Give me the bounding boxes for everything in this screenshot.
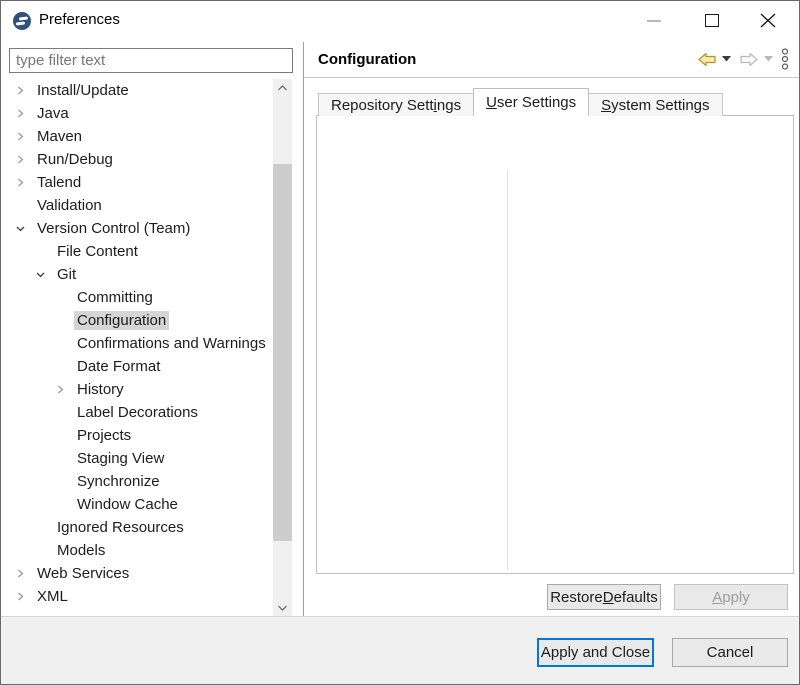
chevron-right-icon[interactable]: [16, 155, 34, 164]
tree-item-version-control-team[interactable]: Version Control (Team): [2, 217, 272, 240]
tree-item-label: Web Services: [34, 564, 132, 583]
tree-item-label: History: [74, 380, 127, 399]
apply-and-close-button[interactable]: Apply and Close: [537, 638, 654, 667]
scroll-down-icon[interactable]: [273, 599, 292, 616]
chevron-down-icon[interactable]: [36, 270, 54, 279]
page-nav: [695, 47, 795, 71]
tab-repository-settings[interactable]: Repository Settings: [318, 93, 474, 116]
restore-defaults-button[interactable]: Restore Defaults: [547, 584, 661, 610]
chevron-right-icon[interactable]: [16, 592, 34, 601]
tree-item-run-debug[interactable]: Run/Debug: [2, 148, 272, 171]
tree-item-label: Install/Update: [34, 81, 132, 100]
tree-item-label: Version Control (Team): [34, 219, 193, 238]
maximize-icon[interactable]: [705, 14, 719, 27]
chevron-down-icon[interactable]: [16, 224, 34, 233]
preferences-tree: Install/Update Java Maven Run/Debug Talend Va…: [2, 79, 272, 616]
tree-item-staging-view[interactable]: Staging View: [2, 447, 272, 470]
cancel-button[interactable]: Cancel: [672, 638, 788, 667]
page-title: Configuration: [318, 51, 416, 68]
tree-item-confirmations-and-warnings[interactable]: Confirmations and Warnings: [2, 332, 272, 355]
tree-item-label: Projects: [74, 426, 134, 445]
chevron-right-icon[interactable]: [16, 569, 34, 578]
minimize-icon: [647, 20, 661, 22]
tree-item-install-update[interactable]: Install/Update: [2, 79, 272, 102]
tree-item-maven[interactable]: Maven: [2, 125, 272, 148]
tree-item-label: Configuration: [74, 311, 169, 330]
tree-item-label-decorations[interactable]: Label Decorations: [2, 401, 272, 424]
tree-item-label: Date Format: [74, 357, 163, 376]
tree-item-file-content[interactable]: File Content: [2, 240, 272, 263]
back-dropdown-icon[interactable]: [722, 47, 731, 71]
tab-content-panel: [316, 115, 794, 574]
tree-item-label: Label Decorations: [74, 403, 201, 422]
tree-item-java[interactable]: Java: [2, 102, 272, 125]
tree-item-projects[interactable]: Projects: [2, 424, 272, 447]
tree-item-label: Validation: [34, 196, 105, 215]
tree-item-label: File Content: [54, 242, 141, 261]
back-icon[interactable]: [697, 47, 717, 71]
tab-system-settings[interactable]: System Settings: [588, 93, 722, 116]
tree-item-web-services[interactable]: Web Services: [2, 562, 272, 585]
header-divider: [304, 77, 799, 78]
view-menu-icon[interactable]: [781, 47, 789, 71]
tree-item-committing[interactable]: Committing: [2, 286, 272, 309]
tree-item-label: Staging View: [74, 449, 167, 468]
tree-item-date-format[interactable]: Date Format: [2, 355, 272, 378]
tree-item-label: Java: [34, 104, 72, 123]
tree-item-label: Window Cache: [74, 495, 181, 514]
tree-item-validation[interactable]: Validation: [2, 194, 272, 217]
tree-item-label: Maven: [34, 127, 85, 146]
tree-item-window-cache[interactable]: Window Cache: [2, 493, 272, 516]
tree-item-label: Committing: [74, 288, 156, 307]
app-icon: [13, 12, 31, 30]
close-icon[interactable]: [760, 13, 776, 28]
settings-tabbar: Repository Settings User Settings System…: [318, 89, 722, 116]
scroll-up-icon[interactable]: [273, 79, 292, 96]
chevron-right-icon[interactable]: [16, 86, 34, 95]
tree-item-git[interactable]: Git: [2, 263, 272, 286]
titlebar: Preferences: [1, 1, 799, 41]
sidebar-scrollbar[interactable]: [273, 79, 292, 616]
tab-user-settings[interactable]: User Settings: [473, 88, 589, 116]
tree-item-label: Talend: [34, 173, 84, 192]
chevron-right-icon[interactable]: [16, 109, 34, 118]
tree-item-label: Ignored Resources: [54, 518, 187, 537]
filter-input[interactable]: [9, 48, 293, 73]
chevron-right-icon[interactable]: [16, 132, 34, 141]
tree-item-history[interactable]: History: [2, 378, 272, 401]
tree-item-label: Synchronize: [74, 472, 163, 491]
tree-item-talend[interactable]: Talend: [2, 171, 272, 194]
scrollbar-thumb[interactable]: [273, 164, 292, 541]
apply-button: Apply: [674, 584, 788, 610]
tree-item-label: Git: [54, 265, 79, 284]
column-divider[interactable]: [507, 170, 508, 570]
panel-divider: [303, 42, 304, 616]
chevron-right-icon[interactable]: [16, 178, 34, 187]
preferences-dialog: Preferences Install/Update Java Maven Run/D…: [0, 0, 800, 685]
window-title: Preferences: [39, 11, 120, 28]
forward-dropdown-icon: [764, 47, 773, 71]
tree-item-label: Models: [54, 541, 108, 560]
tree-item-ignored-resources[interactable]: Ignored Resources: [2, 516, 272, 539]
tree-item-xml[interactable]: XML: [2, 585, 272, 608]
tree-item-label: XML: [34, 587, 71, 606]
tree-item-label: Confirmations and Warnings: [74, 334, 269, 353]
tree-item-synchronize[interactable]: Synchronize: [2, 470, 272, 493]
chevron-right-icon[interactable]: [56, 385, 74, 394]
forward-icon: [739, 47, 759, 71]
tree-item-label: Run/Debug: [34, 150, 116, 169]
tree-item-configuration[interactable]: Configuration: [2, 309, 272, 332]
tree-item-models[interactable]: Models: [2, 539, 272, 562]
